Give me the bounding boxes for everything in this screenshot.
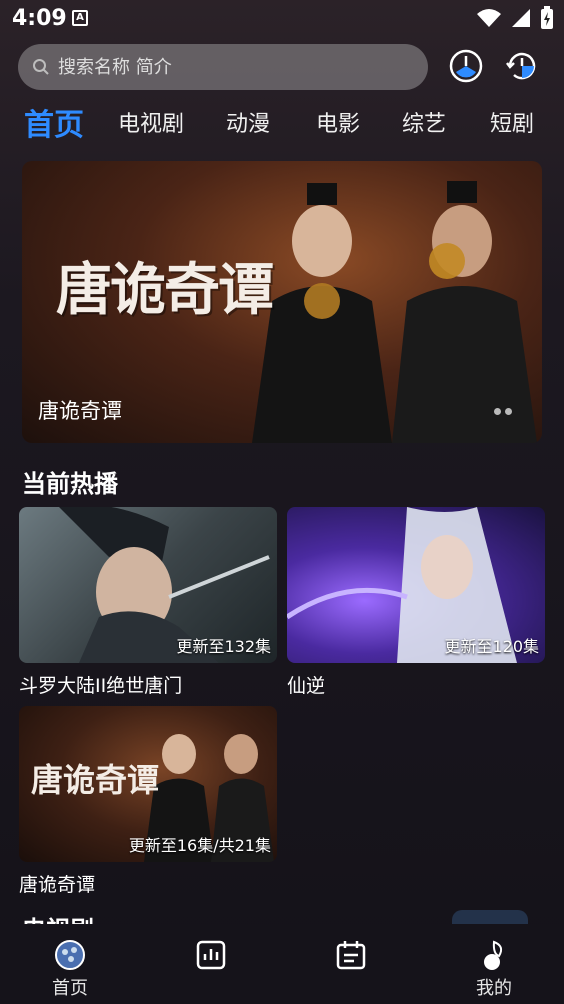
show-card[interactable]: 更新至132集 斗罗大陆II绝世唐门 — [19, 507, 277, 698]
history-icon[interactable] — [504, 48, 540, 84]
tab-movie[interactable]: 电影 — [316, 106, 360, 138]
banner-pagination — [494, 408, 512, 415]
show-name: 唐诡奇谭 — [19, 874, 96, 896]
banner-title: 唐诡奇谭 — [38, 399, 122, 423]
nav-schedule[interactable] — [311, 938, 391, 974]
search-bar[interactable] — [18, 44, 428, 90]
tab-tv[interactable]: 电视剧 — [118, 106, 184, 138]
signal-icon — [512, 9, 530, 27]
section-title-hot: 当前热播 — [22, 470, 118, 498]
status-icons — [476, 6, 554, 30]
tab-anime[interactable]: 动漫 — [226, 106, 270, 138]
episode-badge: 更新至132集 — [176, 637, 271, 656]
nav-home[interactable]: 首页 — [30, 938, 110, 1000]
app-root: 4:09 A 首页 电视剧 动漫 电影 综艺 短剧 — [0, 0, 564, 1004]
show-card[interactable]: 更新至120集 仙逆 — [287, 507, 545, 698]
episode-badge: 更新至120集 — [444, 637, 539, 656]
show-thumbnail: 更新至132集 — [19, 507, 277, 663]
chart-icon — [196, 940, 226, 970]
section-title-tv: 电视剧 — [22, 910, 94, 924]
tab-variety[interactable]: 综艺 — [402, 106, 446, 138]
search-input[interactable] — [58, 56, 398, 78]
show-name: 斗罗大陆II绝世唐门 — [19, 675, 183, 697]
nav-profile-label: 我的 — [476, 978, 512, 999]
featured-banner[interactable]: 唐诡奇谭 唐诡奇谭 — [22, 161, 542, 443]
home-globe-icon — [55, 940, 85, 970]
show-thumbnail: 更新至120集 — [287, 507, 545, 663]
profile-icon — [484, 940, 503, 970]
category-tabs: 首页 电视剧 动漫 电影 综艺 短剧 — [0, 100, 564, 144]
wifi-icon — [477, 9, 501, 27]
clock-schedule-icon[interactable] — [448, 48, 484, 84]
battery-icon — [541, 6, 553, 29]
show-name: 仙逆 — [287, 675, 326, 697]
banner-logo: 唐诡奇谭 — [56, 257, 274, 323]
status-bar: 4:09 A — [0, 0, 564, 36]
notification-a-icon: A — [72, 10, 88, 26]
status-time: 4:09 — [12, 6, 67, 31]
svg-text:唐诡奇谭: 唐诡奇谭 — [31, 761, 159, 799]
show-thumbnail: 唐诡奇谭 更新至16集/共21集 — [19, 706, 277, 862]
calendar-icon — [336, 941, 366, 970]
episode-badge: 更新至16集/共21集 — [128, 836, 271, 855]
show-card[interactable]: 唐诡奇谭 更新至16集/共21集 唐诡奇谭 — [19, 706, 277, 897]
see-more-button[interactable] — [452, 910, 528, 924]
nav-home-label: 首页 — [52, 978, 88, 999]
tab-home[interactable]: 首页 — [24, 100, 84, 144]
bottom-nav: 首页 我的 — [0, 924, 564, 1004]
nav-profile[interactable]: 我的 — [454, 938, 534, 1000]
nav-ranking[interactable] — [171, 938, 251, 974]
tab-short-drama[interactable]: 短剧 — [490, 106, 534, 138]
search-icon — [33, 59, 49, 75]
